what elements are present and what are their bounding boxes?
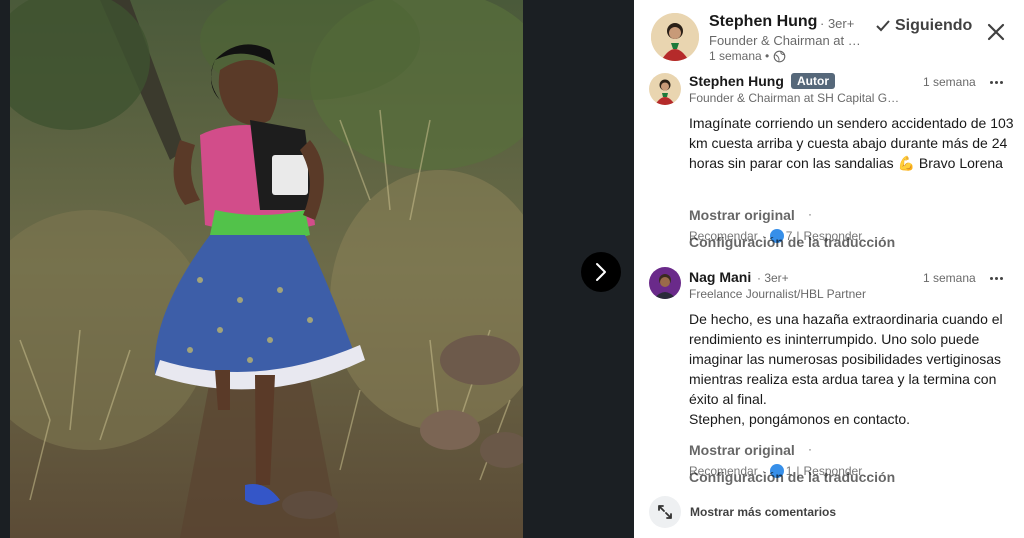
show-more-comments-button[interactable]: Mostrar más comentarios	[649, 496, 836, 528]
author-headline: Founder & Chairman at SH Capital G…	[709, 33, 861, 48]
comment-paragraph: De hecho, es una hazaña extraordinaria c…	[689, 311, 1003, 407]
chevron-right-icon	[596, 263, 606, 281]
separator-dot: ·	[808, 207, 812, 221]
comment: Nag Mani · 3er+ 1 semana Freelance Journ…	[634, 262, 1024, 490]
close-icon	[987, 23, 1005, 41]
post-photo	[10, 0, 523, 538]
image-viewer	[0, 0, 634, 538]
ellipsis-icon	[994, 276, 998, 280]
checkmark-icon	[876, 20, 890, 32]
comment-paragraph: Imagínate corriendo un sendero accidenta…	[689, 115, 1014, 171]
comment-options-button[interactable]	[986, 271, 1006, 285]
ellipsis-icon	[989, 80, 993, 84]
globe-icon	[773, 50, 786, 62]
comment-paragraph: Stephen, pongámonos en contacto.	[689, 411, 911, 427]
comment-time: 1 semana	[923, 75, 976, 89]
separator-dot: ·	[808, 442, 812, 456]
close-button[interactable]	[985, 21, 1007, 43]
expand-arrows-icon	[649, 496, 681, 528]
comment: Stephen Hung Autor 1 semana Founder & Ch…	[634, 66, 1024, 252]
show-more-comments-label: Mostrar más comentarios	[690, 505, 837, 519]
commenter-headline: Freelance Journalist/HBL Partner	[689, 287, 866, 301]
connection-degree: · 3er+	[820, 16, 855, 31]
show-original-link[interactable]: Mostrar original	[689, 442, 795, 458]
author-badge: Autor	[791, 73, 835, 89]
commenter-headline: Founder & Chairman at SH Capital G…	[689, 91, 900, 105]
translation-settings-link[interactable]: Configuración de la traducción	[689, 234, 895, 250]
ellipsis-icon	[999, 80, 1003, 84]
next-image-button[interactable]	[581, 252, 621, 292]
post-header: Stephen Hung · 3er+ Founder & Chairman a…	[634, 0, 1024, 66]
comment-text: Imagínate corriendo un sendero accidenta…	[689, 113, 1014, 173]
commenter-name[interactable]: Nag Mani	[689, 269, 751, 285]
following-button[interactable]: Siguiendo	[876, 17, 972, 35]
connection-degree: · 3er+	[757, 271, 789, 285]
post-timestamp: 1 semana •	[709, 49, 786, 63]
commenter-avatar[interactable]	[649, 267, 681, 299]
author-name[interactable]: Stephen Hung	[709, 13, 817, 31]
author-avatar[interactable]	[651, 13, 699, 61]
ellipsis-icon	[999, 276, 1003, 280]
commenter-name[interactable]: Stephen Hung	[689, 73, 784, 89]
comment-options-button[interactable]	[986, 75, 1006, 89]
post-panel: Stephen Hung · 3er+ Founder & Chairman a…	[634, 0, 1024, 538]
comment-text: De hecho, es una hazaña extraordinaria c…	[689, 309, 1014, 429]
show-original-link[interactable]: Mostrar original	[689, 207, 795, 223]
translation-settings-link[interactable]: Configuración de la traducción	[689, 469, 895, 485]
following-label: Siguiendo	[895, 17, 973, 34]
ellipsis-icon	[989, 276, 993, 280]
commenter-avatar[interactable]	[649, 73, 681, 105]
comment-time: 1 semana	[923, 271, 976, 285]
ellipsis-icon	[994, 80, 998, 84]
post-time-text: 1 semana •	[709, 49, 770, 63]
